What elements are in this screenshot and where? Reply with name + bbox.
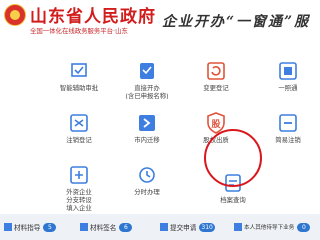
count-badge: 6 — [119, 222, 133, 232]
license-icon — [276, 60, 300, 82]
tile-label: 档案查询 — [220, 196, 246, 204]
tile-direct-open[interactable]: 直接开办 (含已申报名称) — [117, 58, 177, 102]
tile-label-line3: 填入企业 — [66, 204, 92, 212]
tile-label-line1: 直接开办 — [134, 84, 160, 92]
service-grid: 智能辅助审批 直接开办 (含已申报名称) 变更登记 一照通 注销登记 市内迁移 — [0, 58, 320, 212]
tile-one-license[interactable]: 一照通 — [258, 58, 318, 102]
tile-label-line2: (含已申报名称) — [125, 92, 169, 100]
tile-label: 变更登记 — [203, 84, 229, 92]
approval-icon — [135, 60, 159, 82]
footer-item-other[interactable]: 本人其他待导下业务 0 — [234, 221, 311, 233]
tile-simple-cancel[interactable]: 简易注销 — [258, 110, 318, 154]
tile-label: 直接开办 (含已申报名称) — [117, 84, 177, 100]
status-footer: 材料指导 5 材料签名 6 提交申请 310 本人其他待导下业务 0 — [0, 214, 320, 240]
highlight-circle — [204, 129, 262, 187]
site-subtitle: 全国一体化在线政务服务平台·山东 — [30, 27, 128, 35]
footer-item-submit[interactable]: 提交申请 310 — [160, 221, 215, 233]
tile-label: 智能辅助审批 — [59, 84, 99, 92]
tile-label: 外资企业 分支转设 填入企业 — [49, 188, 109, 212]
tile-deregistration[interactable]: 注销登记 — [49, 110, 109, 154]
count-badge: 0 — [297, 222, 311, 232]
document-icon — [4, 223, 12, 231]
branch-icon — [67, 164, 91, 186]
tile-label: 简易注销 — [275, 136, 301, 144]
refresh-icon — [204, 60, 228, 82]
tile-label-line2: 分支转设 — [66, 196, 92, 204]
tile-label-line1: 外资企业 — [66, 188, 92, 196]
document-icon — [234, 223, 242, 231]
tile-foreign-branch[interactable]: 外资企业 分支转设 填入企业 — [49, 162, 109, 212]
document-icon — [160, 223, 168, 231]
tile-change-registration[interactable]: 变更登记 — [186, 58, 246, 102]
tile-label: 分时办理 — [134, 188, 160, 196]
count-badge: 310 — [199, 222, 215, 232]
tile-label: 市内迁移 — [134, 136, 160, 144]
tile-smart-approval[interactable]: 智能辅助审批 — [49, 58, 109, 102]
footer-label: 本人其他待导下业务 — [244, 225, 295, 231]
count-badge: 5 — [43, 222, 57, 232]
footer-item-material-sign[interactable]: 材料签名 6 — [80, 221, 133, 233]
footer-label: 材料指导 — [14, 224, 41, 232]
footer-label: 材料签名 — [90, 224, 117, 232]
clock-icon — [135, 164, 159, 186]
tile-label: 注销登记 — [66, 136, 92, 144]
header: 山东省人民政府 全国一体化在线政务服务平台·山东 企业开办“一窗通”服 — [0, 0, 320, 56]
cancel-icon — [67, 112, 91, 134]
tile-label: 一照通 — [278, 84, 298, 92]
national-emblem-icon — [4, 4, 26, 26]
tile-city-transfer[interactable]: 市内迁移 — [117, 110, 177, 154]
document-icon — [80, 223, 88, 231]
service-slogan: 企业开办“一窗通”服 — [162, 14, 311, 30]
footer-item-material-guide[interactable]: 材料指导 5 — [4, 221, 57, 233]
stamp-icon — [67, 60, 91, 82]
tile-timed-processing[interactable]: 分时办理 — [117, 162, 177, 206]
shield-glyph: 股 — [211, 120, 221, 130]
cancel-simple-icon — [276, 112, 300, 134]
site-title[interactable]: 山东省人民政府 — [30, 2, 156, 27]
footer-label: 提交申请 — [170, 224, 197, 232]
transfer-icon — [135, 112, 159, 134]
